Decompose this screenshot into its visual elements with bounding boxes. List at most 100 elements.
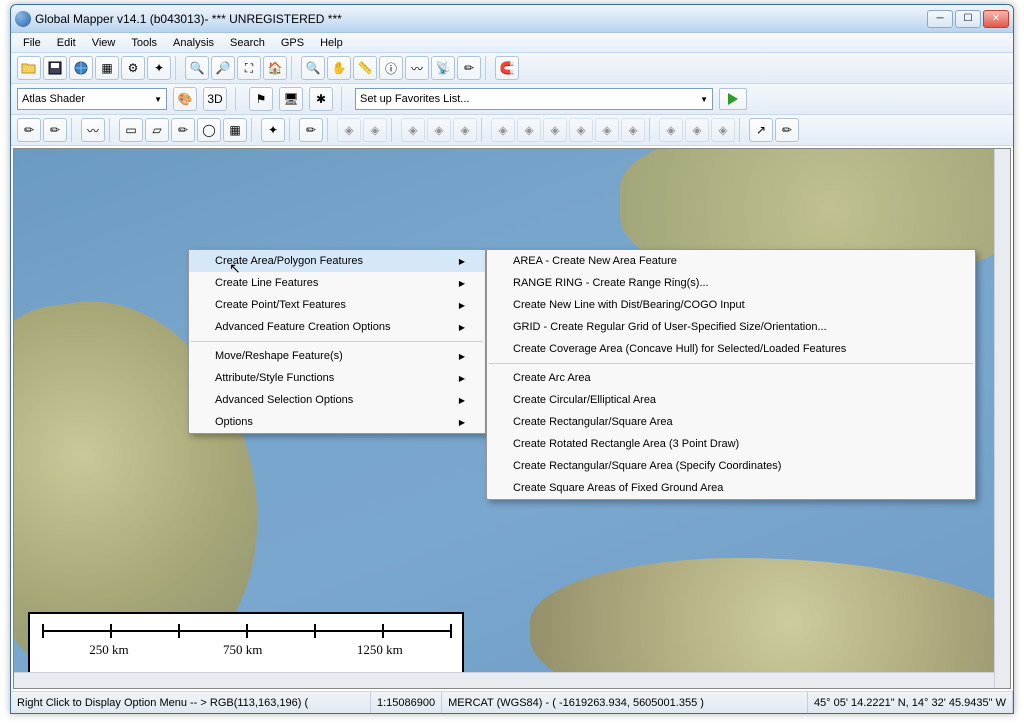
run-button[interactable] [719,88,747,110]
menu-item-label: Create Point/Text Features [215,299,346,311]
menu-item[interactable]: Options ▶ [189,411,485,433]
shader-dropdown[interactable]: Atlas Shader ▼ [17,88,167,110]
menu-item[interactable]: Move/Reshape Feature(s)▶ [189,345,485,367]
menu-item-label: Advanced Feature Creation Options [215,321,391,333]
dig-tool-9-icon[interactable]: ✦ [261,118,285,142]
magnet-icon[interactable]: 🧲 [495,56,519,80]
menu-item[interactable]: Create New Line with Dist/Bearing/COGO I… [487,294,975,316]
minimize-button[interactable]: ─ [927,10,953,28]
zoom-in-icon[interactable]: 🔍 [185,56,209,80]
info-icon[interactable]: ⓘ [379,56,403,80]
menu-item[interactable]: Create Line Features▶ [189,272,485,294]
dig-tool-18-icon[interactable]: ◈ [543,118,567,142]
zoom-out-icon[interactable]: 🔎 [211,56,235,80]
dig-tool-25-icon[interactable]: ↗ [749,118,773,142]
dig-tool-10-icon[interactable]: ✏ [299,118,323,142]
menu-item-label: Create Square Areas of Fixed Ground Area [513,482,723,494]
chevron-right-icon: ▶ [459,301,465,310]
menu-item-label: GRID - Create Regular Grid of User-Speci… [513,321,827,333]
dig-tool-12-icon[interactable]: ◈ [363,118,387,142]
pencil-icon[interactable]: ✏ [457,56,481,80]
save-icon[interactable] [43,56,67,80]
menu-file[interactable]: File [15,35,49,51]
layer-icon[interactable]: ▦ [95,56,119,80]
menu-item-label: Attribute/Style Functions [215,372,334,384]
menu-item[interactable]: RANGE RING - Create Range Ring(s)... [487,272,975,294]
dig-tool-5-icon[interactable]: ▱ [145,118,169,142]
chevron-right-icon: ▶ [459,418,465,427]
config-icon[interactable]: ⚙ [121,56,145,80]
dig-tool-22-icon[interactable]: ◈ [659,118,683,142]
dig-tool-3-icon[interactable]: 〰 [81,118,105,142]
globe-icon[interactable] [69,56,93,80]
dig-tool-16-icon[interactable]: ◈ [491,118,515,142]
dig-tool-23-icon[interactable]: ◈ [685,118,709,142]
dig-tool-13-icon[interactable]: ◈ [401,118,425,142]
menu-item[interactable]: Create Circular/Elliptical Area [487,389,975,411]
view3d-icon[interactable]: 3D [203,87,227,111]
zoom-full-icon[interactable]: ⛶ [237,56,261,80]
dig-tool-14-icon[interactable]: ◈ [427,118,451,142]
dig-tool-1-icon[interactable]: ✏ [17,118,41,142]
menu-help[interactable]: Help [312,35,351,51]
menu-item[interactable]: AREA - Create New Area Feature [487,250,975,272]
dig-tool-7-icon[interactable]: ◯ [197,118,221,142]
chevron-down-icon: ▼ [154,95,162,104]
menu-item[interactable]: Create Coverage Area (Concave Hull) for … [487,338,975,360]
menu-item[interactable]: Create Area/Polygon Features▶ [189,250,485,272]
menu-analysis[interactable]: Analysis [165,35,222,51]
dig-tool-21-icon[interactable]: ◈ [621,118,645,142]
tool-icon[interactable]: ✦ [147,56,171,80]
home-icon[interactable]: 🏠 [263,56,287,80]
menu-item[interactable]: Create Arc Area [487,367,975,389]
menu-item-label: Create Rotated Rectangle Area (3 Point D… [513,438,739,450]
menu-item[interactable]: Create Rectangular/Square Area [487,411,975,433]
menu-tools[interactable]: Tools [123,35,165,51]
scrollbar-horizontal[interactable] [14,672,994,688]
scrollbar-vertical[interactable] [994,149,1010,688]
maximize-button[interactable]: ☐ [955,10,981,28]
menu-item[interactable]: Attribute/Style Functions ▶ [189,367,485,389]
close-button[interactable]: ✕ [983,10,1009,28]
menu-item-label: Create Rectangular/Square Area (Specify … [513,460,781,472]
dig-tool-4-icon[interactable]: ▭ [119,118,143,142]
measure-icon[interactable]: 📏 [353,56,377,80]
dig-tool-6-icon[interactable]: ✏ [171,118,195,142]
menu-edit[interactable]: Edit [49,35,84,51]
menu-item[interactable]: Create Point/Text Features ▶ [189,294,485,316]
menu-item-label: Options [215,416,253,428]
dig-tool-11-icon[interactable]: ◈ [337,118,361,142]
path-icon[interactable]: 〰 [405,56,429,80]
dig-tool-8-icon[interactable]: ▦ [223,118,247,142]
menu-search[interactable]: Search [222,35,273,51]
menu-item[interactable]: Advanced Feature Creation Options▶ [189,316,485,338]
star-icon[interactable]: ✱ [309,87,333,111]
menu-gps[interactable]: GPS [273,35,312,51]
dig-tool-26-icon[interactable]: ✏ [775,118,799,142]
monitor-icon[interactable]: 🖥 [279,87,303,111]
menu-item[interactable]: Advanced Selection Options▶ [189,389,485,411]
dig-tool-24-icon[interactable]: ◈ [711,118,735,142]
menu-view[interactable]: View [84,35,124,51]
menu-item[interactable]: Create Square Areas of Fixed Ground Area [487,477,975,499]
menu-item[interactable]: GRID - Create Regular Grid of User-Speci… [487,316,975,338]
dig-tool-20-icon[interactable]: ◈ [595,118,619,142]
chevron-right-icon: ▶ [459,374,465,383]
flag-icon[interactable]: ⚑ [249,87,273,111]
menu-item-label: Create Coverage Area (Concave Hull) for … [513,343,846,355]
shader-btn1-icon[interactable]: 🎨 [173,87,197,111]
dig-tool-2-icon[interactable]: ✏ [43,118,67,142]
dig-tool-19-icon[interactable]: ◈ [569,118,593,142]
dig-tool-15-icon[interactable]: ◈ [453,118,477,142]
dig-tool-17-icon[interactable]: ◈ [517,118,541,142]
antenna-icon[interactable]: 📡 [431,56,455,80]
pan-icon[interactable]: ✋ [327,56,351,80]
status-scale: 1:15086900 [371,692,442,713]
zoom-tool-icon[interactable]: 🔍 [301,56,325,80]
favorites-dropdown[interactable]: Set up Favorites List... ▼ [355,88,713,110]
favorites-value: Set up Favorites List... [360,93,469,105]
menu-item-label: Create Area/Polygon Features [215,255,363,267]
menu-item[interactable]: Create Rotated Rectangle Area (3 Point D… [487,433,975,455]
menu-item[interactable]: Create Rectangular/Square Area (Specify … [487,455,975,477]
open-icon[interactable] [17,56,41,80]
